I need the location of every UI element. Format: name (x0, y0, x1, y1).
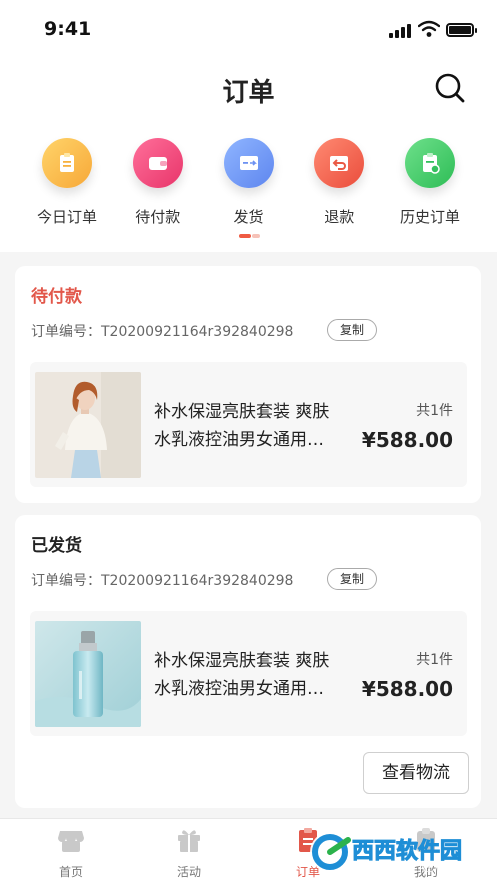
order-card[interactable]: 已发货 订单编号：T20200921164r392840298 复制 补水保湿亮… (15, 515, 481, 808)
view-logistics-button[interactable]: 查看物流 (363, 752, 469, 794)
category-shipping[interactable]: 发货 (204, 138, 294, 228)
battery-icon (446, 23, 477, 37)
clipboard-icon (42, 138, 92, 188)
tab-activity[interactable]: 活动 (149, 825, 229, 880)
page-indicator (239, 234, 261, 238)
category-label: 历史订单 (399, 208, 460, 226)
svg-text:CR173.COM: CR173.COM (412, 864, 472, 875)
gift-icon (178, 830, 200, 852)
tab-label: 首页 (58, 865, 83, 879)
wallet-icon (132, 138, 183, 188)
product-name: 补水保湿亮肤套装 爽肤 水乳液控油男女通用… (154, 651, 330, 699)
watermark-logo: 西西软件园 CR173.COM (310, 832, 472, 875)
category-label: 今日订单 (36, 208, 97, 226)
order-category-bar: 今日订单 待付款 发货 退款 历史订单 (22, 138, 475, 228)
status-time: 9:41 (44, 18, 92, 40)
product-count: 共1件 (416, 652, 453, 668)
history-icon (405, 138, 455, 188)
order-card[interactable]: 待付款 订单编号：T20200921164r392840298 复制 补水保湿亮… (15, 266, 481, 503)
search-icon[interactable] (434, 72, 466, 104)
product-price: ¥588.00 (361, 677, 453, 701)
tab-label: 活动 (176, 865, 201, 879)
category-label: 待付款 (135, 208, 181, 226)
page-title: 订单 (222, 78, 275, 108)
shipping-card-icon (223, 138, 274, 188)
category-label: 退款 (324, 208, 355, 226)
status-bar: 9:41 (0, 0, 497, 58)
order-number: 订单编号：T20200921164r392840298 (31, 324, 294, 340)
product-image (35, 372, 141, 478)
category-pending-payment[interactable]: 待付款 (113, 138, 203, 228)
svg-text:西西软件园: 西西软件园 (352, 838, 462, 864)
product-name: 补水保湿亮肤套装 爽肤 水乳液控油男女通用… (154, 402, 330, 450)
product-item[interactable]: 补水保湿亮肤套装 爽肤 水乳液控油男女通用… 共1件 ¥588.00 (30, 611, 467, 736)
order-status: 已发货 (31, 536, 82, 556)
category-today-orders[interactable]: 今日订单 (22, 138, 112, 228)
top-area: 9:41 订单 今日订单 待付款 发货 退款 历史订单 (0, 0, 497, 252)
product-image (35, 621, 141, 727)
copy-button[interactable]: 复制 (327, 568, 377, 590)
store-icon (58, 831, 84, 852)
product-count: 共1件 (416, 403, 453, 419)
product-price: ¥588.00 (361, 428, 453, 452)
copy-button[interactable]: 复制 (327, 319, 377, 341)
refund-icon (314, 138, 365, 188)
product-item[interactable]: 补水保湿亮肤套装 爽肤 水乳液控油男女通用… 共1件 ¥588.00 (30, 362, 467, 487)
category-refund[interactable]: 退款 (294, 138, 384, 228)
category-history-orders[interactable]: 历史订单 (385, 138, 475, 228)
order-status: 待付款 (31, 287, 82, 307)
signal-icon (389, 24, 413, 38)
wifi-icon (418, 20, 440, 37)
tab-home[interactable]: 首页 (31, 825, 111, 880)
category-label: 发货 (233, 208, 264, 226)
order-number: 订单编号：T20200921164r392840298 (31, 573, 294, 589)
